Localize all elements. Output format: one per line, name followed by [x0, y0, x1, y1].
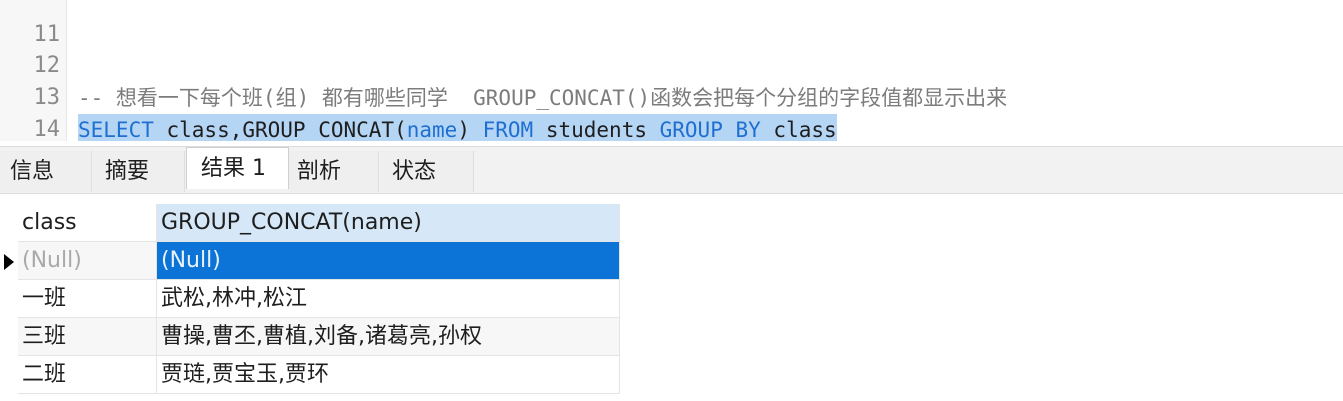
- result-tab-bar: 信息 摘要 结果 1 剖析 状态: [0, 146, 1343, 194]
- cell-class[interactable]: 一班: [18, 280, 157, 318]
- column-header-group-concat[interactable]: GROUP_CONCAT(name): [157, 204, 620, 242]
- cell-group-concat[interactable]: 武松,林冲,松江: [157, 280, 620, 318]
- cell-class[interactable]: (Null): [18, 242, 157, 280]
- selected-sql-statement: SELECT class,GROUP_CONCAT(name) FROM stu…: [78, 114, 837, 141]
- editor-line-14[interactable]: 14: [0, 82, 61, 141]
- sql-argument: name: [406, 118, 458, 141]
- row-indicator: [0, 280, 18, 318]
- editor-line-12[interactable]: 12 -- 想看一下每个班(组) 都有哪些同学 GROUP_CONCAT()函数…: [0, 18, 1008, 110]
- sql-text: class: [760, 118, 837, 141]
- table-row[interactable]: 三班 曹操,曹丕,曹植,刘备,诸葛亮,孙权: [0, 318, 620, 356]
- cell-group-concat[interactable]: 贾琏,贾宝玉,贾环: [157, 356, 620, 394]
- row-indicator: [0, 356, 18, 394]
- editor-line-13[interactable]: 13 SELECT class,GROUP_CONCAT(name) FROM …: [0, 50, 837, 141]
- sql-editor[interactable]: 11 12 -- 想看一下每个班(组) 都有哪些同学 GROUP_CONCAT(…: [0, 0, 1343, 141]
- cell-group-concat-selected[interactable]: (Null): [157, 242, 620, 280]
- table-row[interactable]: 二班 贾琏,贾宝玉,贾环: [0, 356, 620, 394]
- cell-group-concat[interactable]: 曹操,曹丕,曹植,刘备,诸葛亮,孙权: [157, 318, 620, 356]
- row-indicator: [0, 204, 18, 242]
- keyword-from: FROM: [482, 118, 534, 141]
- sql-text: class,GROUP_CONCAT(: [153, 118, 407, 141]
- table-row[interactable]: 一班 武松,林冲,松江: [0, 280, 620, 318]
- sql-comment: -- 想看一下每个班(组) 都有哪些同学 GROUP_CONCAT()函数会把每…: [78, 86, 1008, 110]
- table-row[interactable]: (Null) (Null): [0, 242, 620, 280]
- current-row-arrow-icon: [4, 254, 14, 270]
- cell-class[interactable]: 三班: [18, 318, 157, 356]
- cell-class[interactable]: 二班: [18, 356, 157, 394]
- tab-summary[interactable]: 摘要: [93, 151, 185, 192]
- tab-result-1[interactable]: 结果 1: [186, 147, 289, 189]
- column-header-class[interactable]: class: [18, 204, 157, 242]
- sql-text: students: [533, 118, 660, 141]
- keyword-select: SELECT: [78, 118, 154, 141]
- row-indicator: [0, 242, 18, 280]
- editor-line-11[interactable]: 11: [0, 0, 61, 47]
- row-indicator: [0, 318, 18, 356]
- editor-line-15[interactable]: 15: [0, 114, 53, 141]
- tab-profile[interactable]: 剖析: [289, 151, 379, 192]
- tab-info[interactable]: 信息: [0, 151, 92, 192]
- tab-status[interactable]: 状态: [380, 151, 474, 192]
- keyword-group-by: GROUP BY: [659, 118, 761, 141]
- grid-header-row: class GROUP_CONCAT(name): [0, 204, 620, 242]
- sql-text: ): [457, 118, 483, 141]
